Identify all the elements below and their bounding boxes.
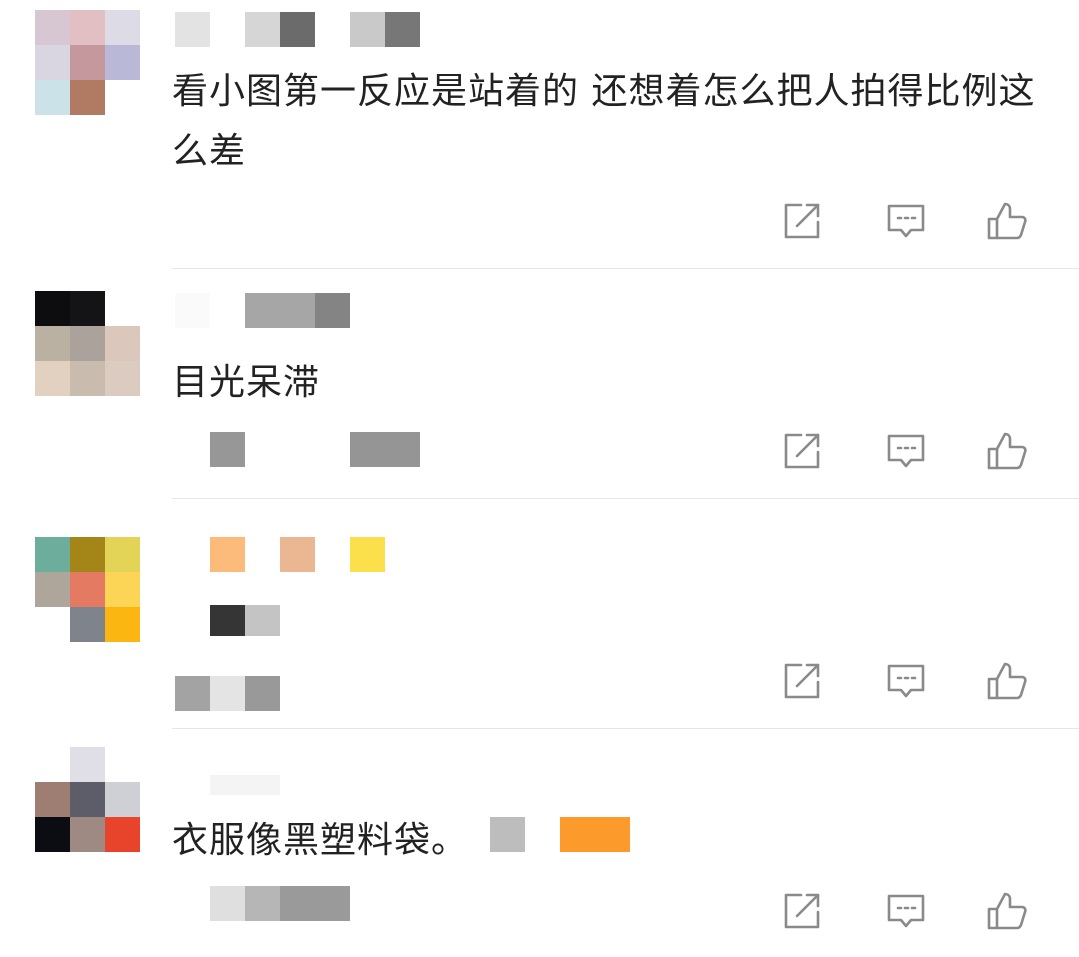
thumbs-up-icon bbox=[987, 202, 1027, 240]
share-button[interactable] bbox=[779, 198, 825, 244]
share-icon bbox=[784, 893, 820, 929]
comment-item: 目光呆滞 bbox=[0, 269, 1079, 498]
reply-button[interactable] bbox=[883, 198, 929, 244]
comment-actions bbox=[779, 888, 1039, 938]
comment-bubble-icon bbox=[887, 894, 925, 928]
avatar[interactable] bbox=[35, 537, 140, 642]
share-icon bbox=[784, 433, 820, 469]
comment-actions bbox=[779, 198, 1039, 248]
share-button[interactable] bbox=[779, 658, 825, 704]
comment-item: 看小图第一反应是站着的 还想着怎么把人拍得比例这么差 bbox=[0, 0, 1079, 268]
like-button[interactable] bbox=[985, 198, 1031, 244]
share-button[interactable] bbox=[779, 428, 825, 474]
share-icon bbox=[784, 203, 820, 239]
comment-text: 目光呆滞 bbox=[172, 362, 321, 403]
comment-actions bbox=[779, 428, 1039, 478]
thumbs-up-icon bbox=[987, 662, 1027, 700]
thumbs-up-icon bbox=[987, 432, 1027, 470]
like-button[interactable] bbox=[985, 888, 1031, 934]
share-button[interactable] bbox=[779, 888, 825, 934]
comment-bubble-icon bbox=[887, 434, 925, 468]
comment-item bbox=[0, 499, 1079, 728]
reply-button[interactable] bbox=[883, 658, 929, 704]
comment-actions bbox=[779, 658, 1039, 708]
comment-bubble-icon bbox=[887, 664, 925, 698]
avatar[interactable] bbox=[35, 747, 140, 852]
thumbs-up-icon bbox=[987, 892, 1027, 930]
like-button[interactable] bbox=[985, 428, 1031, 474]
reply-button[interactable] bbox=[883, 428, 929, 474]
comment-item: 衣服像黑塑料袋。 bbox=[0, 729, 1079, 957]
avatar[interactable] bbox=[35, 291, 140, 396]
avatar[interactable] bbox=[35, 10, 140, 115]
like-button[interactable] bbox=[985, 658, 1031, 704]
comment-bubble-icon bbox=[887, 204, 925, 238]
share-icon bbox=[784, 663, 820, 699]
reply-button[interactable] bbox=[883, 888, 929, 934]
comment-text: 看小图第一反应是站着的 还想着怎么把人拍得比例这么差 bbox=[172, 71, 1036, 172]
